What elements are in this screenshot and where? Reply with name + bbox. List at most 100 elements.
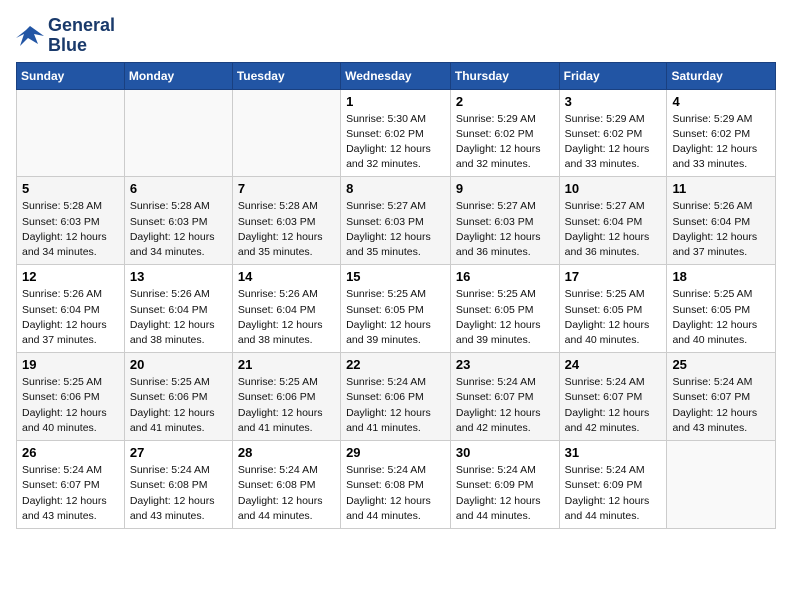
day-number: 18 — [672, 269, 770, 284]
calendar-cell: 26Sunrise: 5:24 AM Sunset: 6:07 PM Dayli… — [17, 441, 125, 529]
header-thursday: Thursday — [450, 62, 559, 89]
logo-text: General Blue — [48, 16, 115, 56]
day-number: 1 — [346, 94, 445, 109]
day-number: 22 — [346, 357, 445, 372]
day-number: 30 — [456, 445, 554, 460]
calendar-cell: 25 Sunrise: 5:24 AM Sunset: 6:07 PM Dayli… — [667, 353, 776, 441]
calendar-cell: 18 Sunrise: 5:25 AM Sunset: 6:05 PM Dayli… — [667, 265, 776, 353]
calendar-cell: 19 Sunrise: 5:25 AM Sunset: 6:06 PM Dayli… — [17, 353, 125, 441]
header-monday: Monday — [124, 62, 232, 89]
header-tuesday: Tuesday — [232, 62, 340, 89]
day-info: Sunrise: 5:25 AM Sunset: 6:06 PM Dayligh… — [238, 375, 335, 436]
day-info: Sunrise: 5:29 AM Sunset: 6:02 PM Dayligh… — [565, 112, 662, 173]
day-number: 20 — [130, 357, 227, 372]
calendar-cell: 22 Sunrise: 5:24 AM Sunset: 6:06 PM Dayli… — [341, 353, 451, 441]
day-number: 7 — [238, 181, 335, 196]
day-info: Sunrise: 5:29 AM Sunset: 6:02 PM Dayligh… — [672, 112, 770, 173]
day-info: Sunrise: 5:25 AM Sunset: 6:05 PM Dayligh… — [456, 287, 554, 348]
logo-icon — [16, 22, 44, 50]
calendar-cell: 13 Sunrise: 5:26 AM Sunset: 6:04 PM Dayli… — [124, 265, 232, 353]
calendar-cell: 6Sunrise: 5:28 AM Sunset: 6:03 PM Daylig… — [124, 177, 232, 265]
day-number: 17 — [565, 269, 662, 284]
calendar-cell: 7 Sunrise: 5:28 AM Sunset: 6:03 PM Daylig… — [232, 177, 340, 265]
day-info: Sunrise: 5:24 AM Sunset: 6:08 PM Dayligh… — [130, 463, 227, 524]
day-info: Sunrise: 5:30 AM Sunset: 6:02 PM Dayligh… — [346, 112, 445, 173]
day-info: Sunrise: 5:25 AM Sunset: 6:05 PM Dayligh… — [672, 287, 770, 348]
day-number: 24 — [565, 357, 662, 372]
day-number: 11 — [672, 181, 770, 196]
day-number: 28 — [238, 445, 335, 460]
day-info: Sunrise: 5:25 AM Sunset: 6:05 PM Dayligh… — [565, 287, 662, 348]
day-number: 19 — [22, 357, 119, 372]
day-number: 3 — [565, 94, 662, 109]
calendar-table: SundayMondayTuesdayWednesdayThursdayFrid… — [16, 62, 776, 529]
calendar-cell: 27Sunrise: 5:24 AM Sunset: 6:08 PM Dayli… — [124, 441, 232, 529]
day-info: Sunrise: 5:27 AM Sunset: 6:03 PM Dayligh… — [456, 199, 554, 260]
days-header-row: SundayMondayTuesdayWednesdayThursdayFrid… — [17, 62, 776, 89]
day-number: 25 — [672, 357, 770, 372]
day-info: Sunrise: 5:24 AM Sunset: 6:09 PM Dayligh… — [456, 463, 554, 524]
calendar-cell: 8 Sunrise: 5:27 AM Sunset: 6:03 PM Daylig… — [341, 177, 451, 265]
calendar-cell: 14Sunrise: 5:26 AM Sunset: 6:04 PM Dayli… — [232, 265, 340, 353]
day-number: 13 — [130, 269, 227, 284]
day-info: Sunrise: 5:28 AM Sunset: 6:03 PM Dayligh… — [22, 199, 119, 260]
calendar-cell: 5Sunrise: 5:28 AM Sunset: 6:03 PM Daylig… — [17, 177, 125, 265]
day-number: 4 — [672, 94, 770, 109]
day-number: 15 — [346, 269, 445, 284]
day-info: Sunrise: 5:24 AM Sunset: 6:08 PM Dayligh… — [346, 463, 445, 524]
day-info: Sunrise: 5:29 AM Sunset: 6:02 PM Dayligh… — [456, 112, 554, 173]
calendar-cell: 29 Sunrise: 5:24 AM Sunset: 6:08 PM Dayli… — [341, 441, 451, 529]
calendar-cell: 21Sunrise: 5:25 AM Sunset: 6:06 PM Dayli… — [232, 353, 340, 441]
header-saturday: Saturday — [667, 62, 776, 89]
calendar-cell: 4 Sunrise: 5:29 AM Sunset: 6:02 PM Daylig… — [667, 89, 776, 177]
calendar-cell: 30 Sunrise: 5:24 AM Sunset: 6:09 PM Dayli… — [450, 441, 559, 529]
week-row-1: 1 Sunrise: 5:30 AM Sunset: 6:02 PM Daylig… — [17, 89, 776, 177]
day-info: Sunrise: 5:25 AM Sunset: 6:05 PM Dayligh… — [346, 287, 445, 348]
day-info: Sunrise: 5:24 AM Sunset: 6:09 PM Dayligh… — [565, 463, 662, 524]
day-number: 14 — [238, 269, 335, 284]
day-info: Sunrise: 5:26 AM Sunset: 6:04 PM Dayligh… — [672, 199, 770, 260]
day-number: 31 — [565, 445, 662, 460]
week-row-2: 5Sunrise: 5:28 AM Sunset: 6:03 PM Daylig… — [17, 177, 776, 265]
day-number: 23 — [456, 357, 554, 372]
logo: General Blue — [16, 16, 115, 56]
week-row-4: 19 Sunrise: 5:25 AM Sunset: 6:06 PM Dayli… — [17, 353, 776, 441]
calendar-cell: 20 Sunrise: 5:25 AM Sunset: 6:06 PM Dayli… — [124, 353, 232, 441]
day-info: Sunrise: 5:25 AM Sunset: 6:06 PM Dayligh… — [130, 375, 227, 436]
day-number: 9 — [456, 181, 554, 196]
header-friday: Friday — [559, 62, 667, 89]
calendar-cell: 3 Sunrise: 5:29 AM Sunset: 6:02 PM Daylig… — [559, 89, 667, 177]
calendar-cell — [124, 89, 232, 177]
day-info: Sunrise: 5:27 AM Sunset: 6:03 PM Dayligh… — [346, 199, 445, 260]
day-number: 16 — [456, 269, 554, 284]
calendar-cell: 28 Sunrise: 5:24 AM Sunset: 6:08 PM Dayli… — [232, 441, 340, 529]
calendar-cell: 16 Sunrise: 5:25 AM Sunset: 6:05 PM Dayli… — [450, 265, 559, 353]
calendar-cell: 17 Sunrise: 5:25 AM Sunset: 6:05 PM Dayli… — [559, 265, 667, 353]
page-header: General Blue — [16, 16, 776, 56]
day-number: 29 — [346, 445, 445, 460]
day-number: 26 — [22, 445, 119, 460]
day-info: Sunrise: 5:28 AM Sunset: 6:03 PM Dayligh… — [238, 199, 335, 260]
week-row-5: 26Sunrise: 5:24 AM Sunset: 6:07 PM Dayli… — [17, 441, 776, 529]
day-number: 2 — [456, 94, 554, 109]
calendar-cell: 2 Sunrise: 5:29 AM Sunset: 6:02 PM Daylig… — [450, 89, 559, 177]
calendar-cell — [667, 441, 776, 529]
day-number: 10 — [565, 181, 662, 196]
day-number: 8 — [346, 181, 445, 196]
day-info: Sunrise: 5:26 AM Sunset: 6:04 PM Dayligh… — [22, 287, 119, 348]
day-info: Sunrise: 5:24 AM Sunset: 6:07 PM Dayligh… — [672, 375, 770, 436]
day-number: 12 — [22, 269, 119, 284]
day-info: Sunrise: 5:24 AM Sunset: 6:06 PM Dayligh… — [346, 375, 445, 436]
day-info: Sunrise: 5:24 AM Sunset: 6:08 PM Dayligh… — [238, 463, 335, 524]
day-info: Sunrise: 5:24 AM Sunset: 6:07 PM Dayligh… — [456, 375, 554, 436]
calendar-cell: 31 Sunrise: 5:24 AM Sunset: 6:09 PM Dayli… — [559, 441, 667, 529]
day-info: Sunrise: 5:25 AM Sunset: 6:06 PM Dayligh… — [22, 375, 119, 436]
day-info: Sunrise: 5:26 AM Sunset: 6:04 PM Dayligh… — [130, 287, 227, 348]
header-sunday: Sunday — [17, 62, 125, 89]
calendar-cell: 12 Sunrise: 5:26 AM Sunset: 6:04 PM Dayli… — [17, 265, 125, 353]
week-row-3: 12 Sunrise: 5:26 AM Sunset: 6:04 PM Dayli… — [17, 265, 776, 353]
day-number: 6 — [130, 181, 227, 196]
calendar-cell — [232, 89, 340, 177]
header-wednesday: Wednesday — [341, 62, 451, 89]
calendar-cell: 10Sunrise: 5:27 AM Sunset: 6:04 PM Dayli… — [559, 177, 667, 265]
